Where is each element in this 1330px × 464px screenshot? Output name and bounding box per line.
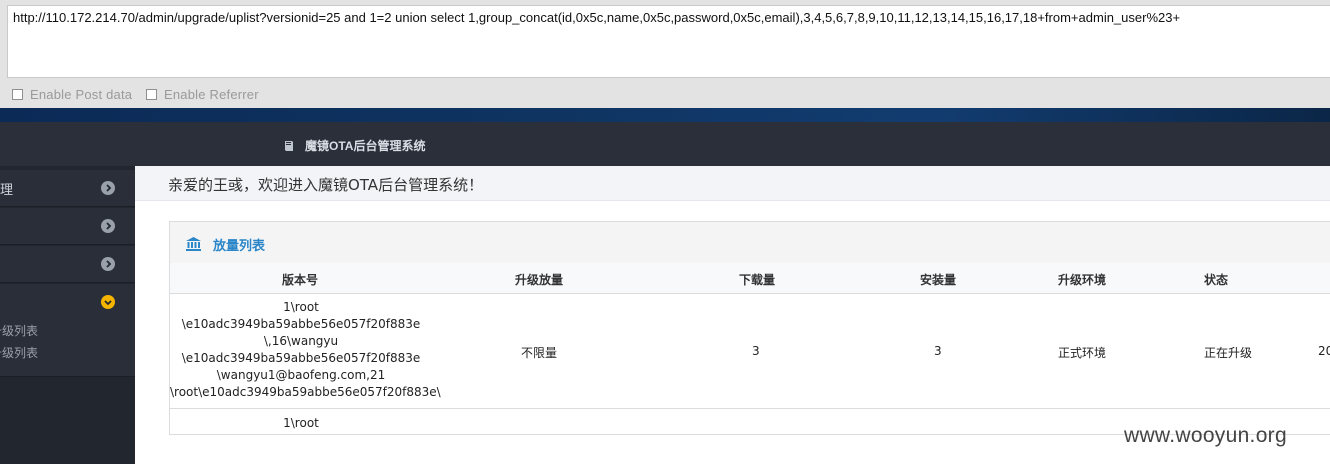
sidebar-item-1[interactable]: 理 <box>0 170 135 207</box>
enable-post-option[interactable]: Enable Post data <box>12 87 132 102</box>
status-cell: 正在升级 <box>1204 346 1253 360</box>
sidebar-subitem-upgrade-list[interactable]: 升级列表 <box>0 322 38 339</box>
brand-title: 魔镜OTA后台管理系统 <box>305 139 426 153</box>
bank-icon <box>186 236 201 255</box>
sidebar-item-label: 理 <box>0 183 14 198</box>
row-divider <box>170 408 1330 409</box>
url-panel: http://110.172.214.70/admin/upgrade/upli… <box>0 0 1330 80</box>
sidebar-item-expanded[interactable]: 升级列表 升级列表 <box>0 284 135 377</box>
table-header: 版本号 升级放量 下载量 安装量 升级环境 状态 <box>170 263 1330 294</box>
column-header-quota: 升级放量 <box>515 273 564 287</box>
version-cell: 1\root <box>170 415 432 432</box>
version-line: \wangyu1@baofeng.com,21 <box>216 368 386 382</box>
welcome-text: 亲爱的王彧，欢迎进入魔镜OTA后台管理系统！ <box>168 176 484 194</box>
sidebar-item-3[interactable] <box>0 246 135 283</box>
date-cell: 20 <box>1318 344 1330 358</box>
version-line: 1\root <box>283 300 319 314</box>
column-header-version: 版本号 <box>282 273 319 287</box>
options-bar: Enable Post data Enable Referrer <box>0 80 1330 108</box>
watermark: www.wooyun.org <box>1124 424 1287 447</box>
column-header-status: 状态 <box>1204 273 1229 287</box>
env-cell: 正式环境 <box>1058 346 1107 360</box>
version-line: \e10adc3949ba59abbe56e057f20f883e <box>181 351 421 365</box>
enable-referrer-checkbox[interactable] <box>146 89 157 100</box>
version-cell: 1\root \e10adc3949ba59abbe56e057f20f883e… <box>170 299 441 401</box>
version-line: 1\root <box>283 416 319 430</box>
column-header-installs: 安装量 <box>920 273 957 287</box>
top-navbar <box>0 122 1330 166</box>
panel-header: 放量列表 <box>170 222 1330 264</box>
installs-cell: 3 <box>934 344 942 358</box>
enable-referrer-label: Enable Referrer <box>164 87 259 102</box>
chevron-right-icon <box>101 181 115 195</box>
url-input[interactable]: http://110.172.214.70/admin/upgrade/upli… <box>7 5 1330 78</box>
chevron-down-icon <box>101 295 115 309</box>
welcome-bar: 亲爱的王彧，欢迎进入魔镜OTA后台管理系统！ <box>135 166 1330 201</box>
brand[interactable]: 魔镜OTA后台管理系统 <box>283 137 425 154</box>
downloads-cell: 3 <box>752 344 760 358</box>
enable-referrer-option[interactable]: Enable Referrer <box>146 87 259 102</box>
column-header-env: 升级环境 <box>1058 273 1107 287</box>
enable-post-label: Enable Post data <box>30 87 133 102</box>
book-icon <box>285 140 293 151</box>
version-line: \e10adc3949ba59abbe56e057f20f883e <box>181 317 421 331</box>
quota-cell: 不限量 <box>521 346 558 360</box>
column-header-downloads: 下载量 <box>739 273 776 287</box>
sidebar-item-2[interactable] <box>0 208 135 245</box>
panel-title: 放量列表 <box>213 239 266 254</box>
release-list-panel: 放量列表 版本号 升级放量 下载量 安装量 升级环境 状态 1\root \e1… <box>169 221 1330 435</box>
sidebar-subitem-upgrade-list-2[interactable]: 升级列表 <box>0 344 38 361</box>
chevron-right-icon <box>101 257 115 271</box>
version-line: \,16\wangyu <box>263 334 339 348</box>
chevron-right-icon <box>101 219 115 233</box>
enable-post-checkbox[interactable] <box>12 89 23 100</box>
header-band <box>0 108 1330 122</box>
version-line: \root\e10adc3949ba59abbe56e057f20f883e\ <box>170 385 441 399</box>
